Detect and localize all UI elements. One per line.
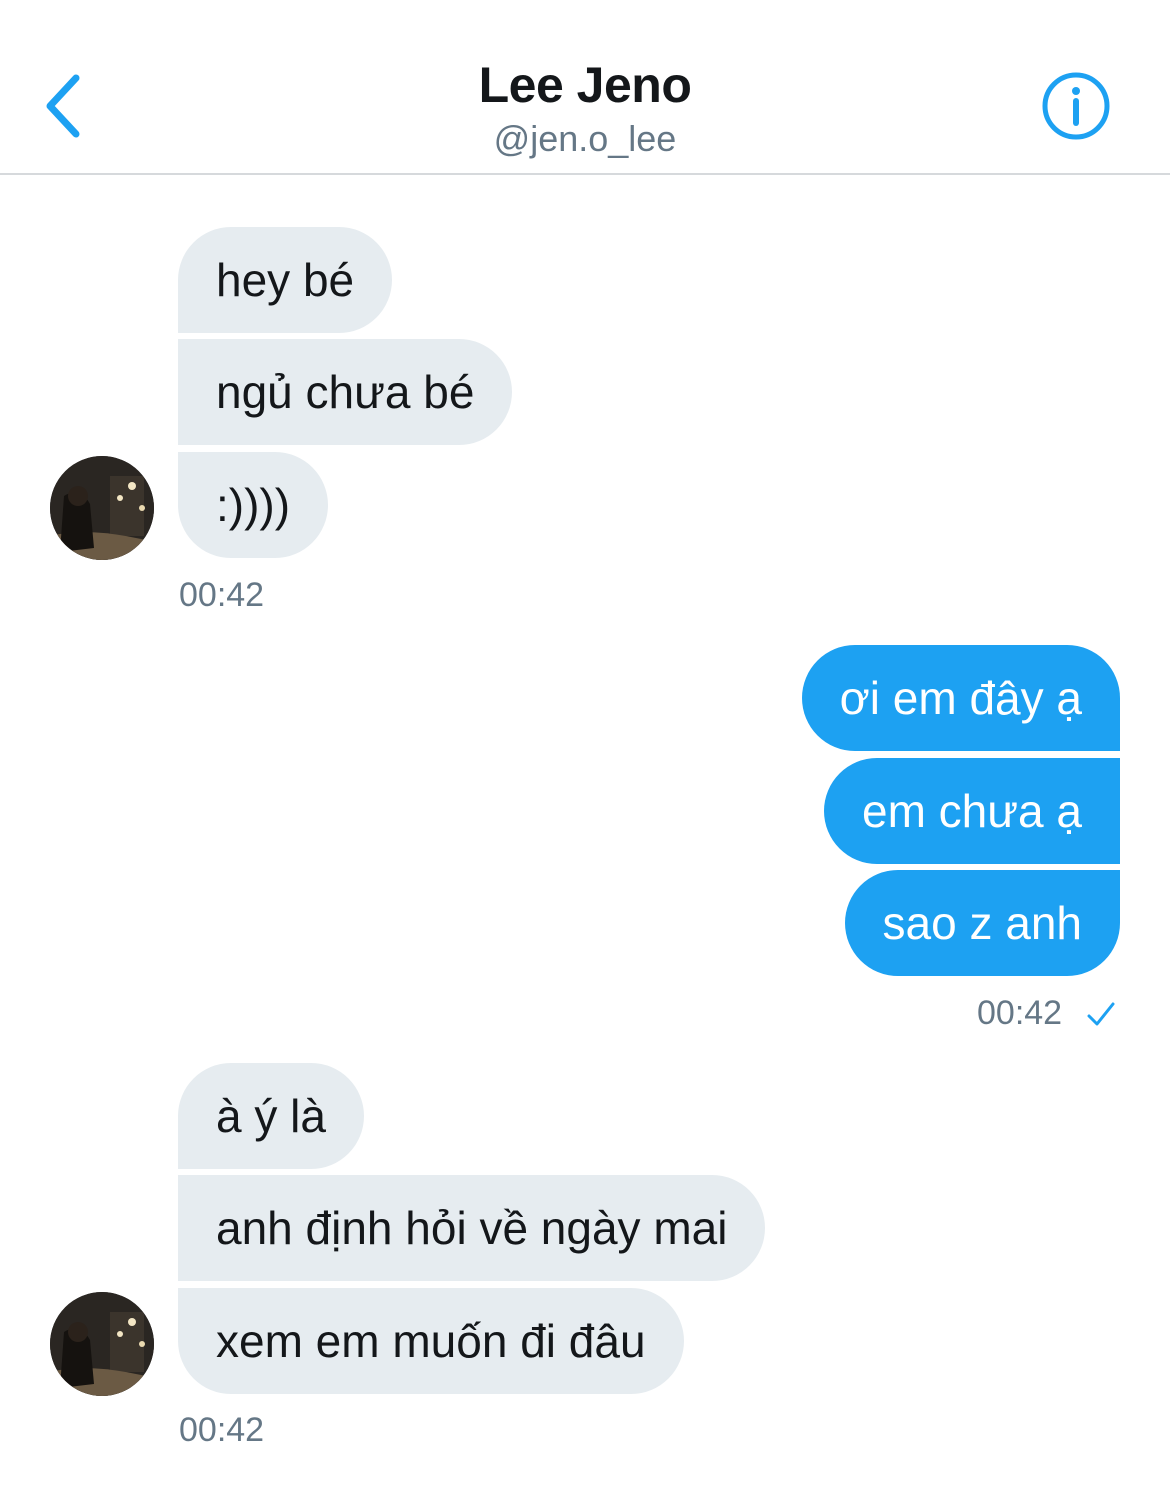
page-title: Lee Jeno (478, 57, 692, 113)
avatar-photo (50, 456, 154, 560)
avatar[interactable] (50, 456, 154, 560)
avatar[interactable] (50, 1292, 154, 1396)
user-handle: @jen.o_lee (493, 118, 677, 159)
incoming-message[interactable]: à ý là (178, 1063, 364, 1169)
message-text: hey bé (216, 254, 355, 306)
message-timestamp: 00:42 (179, 1411, 265, 1449)
info-circle-icon (1042, 72, 1110, 140)
message-timestamp: 00:42 (179, 576, 265, 614)
outgoing-message[interactable]: ơi em đây ạ (801, 645, 1120, 751)
conversation-header: Lee Jeno @jen.o_lee (0, 0, 1170, 175)
message-text: à ý là (216, 1090, 326, 1142)
incoming-message[interactable]: xem em muốn đi đâu (178, 1288, 684, 1394)
outgoing-message[interactable]: em chưa ạ (823, 758, 1120, 864)
message-text: ơi em đây ạ (839, 672, 1082, 724)
incoming-message[interactable]: hey bé (178, 227, 393, 333)
message-text: :)))) (216, 479, 291, 531)
incoming-message[interactable]: anh định hỏi về ngày mai (178, 1175, 766, 1281)
message-text: anh định hỏi về ngày mai (216, 1202, 728, 1254)
message-text: xem em muốn đi đâu (216, 1315, 646, 1367)
info-button[interactable] (1040, 70, 1112, 142)
incoming-message[interactable]: :)))) (178, 452, 329, 558)
message-text: ngủ chưa bé (216, 366, 475, 418)
message-text: em chưa ạ (861, 785, 1082, 837)
avatar-photo (50, 1292, 154, 1396)
incoming-message[interactable]: ngủ chưa bé (178, 339, 513, 445)
outgoing-message[interactable]: sao z anh (844, 870, 1120, 976)
message-timestamp: 00:42 (977, 994, 1063, 1032)
message-text: sao z anh (882, 897, 1082, 949)
checkmark-icon (1087, 1002, 1115, 1026)
